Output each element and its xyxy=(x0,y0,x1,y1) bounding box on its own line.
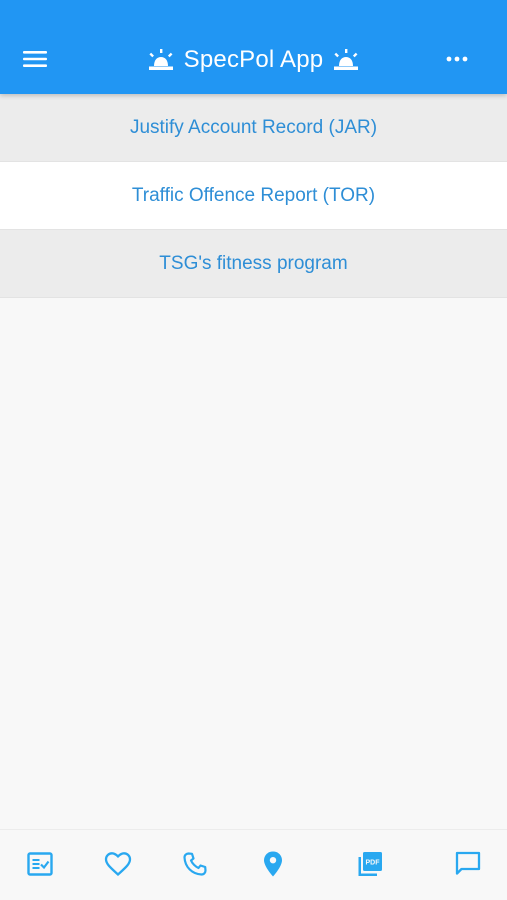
tab-checklist[interactable] xyxy=(24,848,56,880)
app-bar: SpecPol App xyxy=(0,0,507,94)
menu-item-tor[interactable]: Traffic Offence Report (TOR) xyxy=(0,162,507,230)
menu-item-jar[interactable]: Justify Account Record (JAR) xyxy=(0,94,507,162)
app-title: SpecPol App xyxy=(0,42,507,78)
tab-pdf[interactable]: PDF xyxy=(354,848,386,880)
tab-chat[interactable] xyxy=(452,848,484,880)
checklist-icon xyxy=(27,852,53,876)
menu-list: Justify Account Record (JAR) Traffic Off… xyxy=(0,94,507,298)
tab-phone[interactable] xyxy=(179,848,211,880)
menu-item-label: Traffic Offence Report (TOR) xyxy=(131,184,376,206)
heart-icon xyxy=(104,852,132,877)
more-options-button[interactable] xyxy=(437,45,477,73)
siren-light-icon xyxy=(148,49,173,70)
phone-icon xyxy=(183,852,207,876)
chat-icon xyxy=(455,851,481,875)
bottom-nav: PDF xyxy=(0,829,507,900)
menu-item-label: Justify Account Record (JAR) xyxy=(129,116,378,138)
location-pin-icon xyxy=(264,851,282,877)
more-horizontal-icon xyxy=(446,56,468,62)
menu-item-label: TSG's fitness program xyxy=(159,252,348,274)
tab-favorites[interactable] xyxy=(102,848,134,880)
siren-light-icon xyxy=(334,49,359,70)
menu-item-fitness[interactable]: TSG's fitness program xyxy=(0,230,507,298)
tab-location[interactable] xyxy=(257,848,289,880)
app-title-text: SpecPol App xyxy=(183,46,324,73)
pdf-icon: PDF xyxy=(358,852,382,876)
svg-text:PDF: PDF xyxy=(366,859,381,866)
